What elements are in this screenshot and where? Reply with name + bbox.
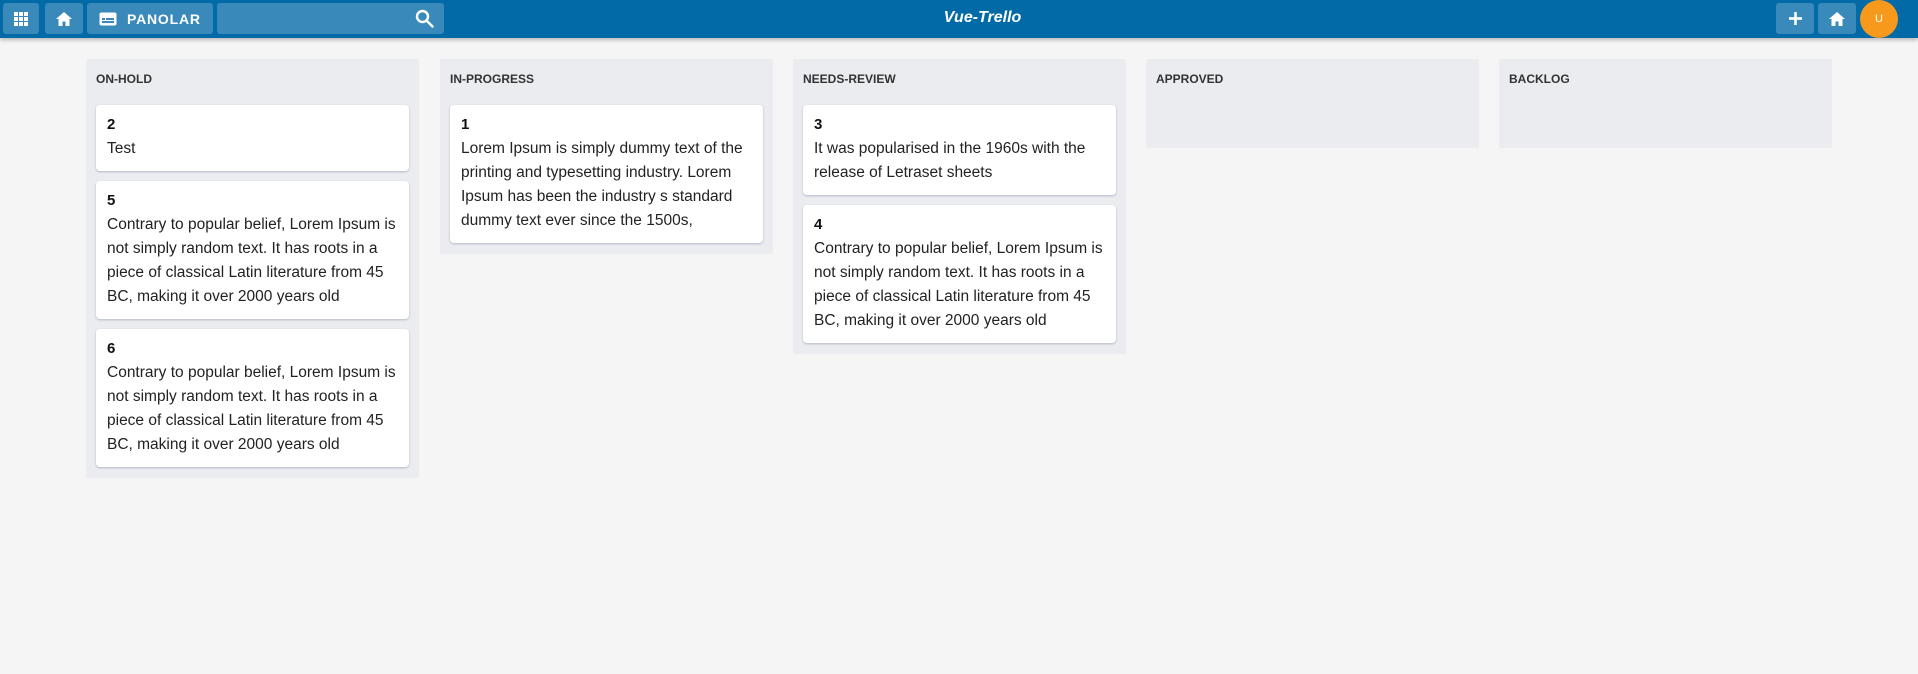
card[interactable]: 4 Contrary to popular belief, Lorem Ipsu… [803, 205, 1116, 343]
user-avatar[interactable]: U [1860, 0, 1898, 38]
list-approved: APPROVED [1146, 59, 1479, 148]
card-number: 2 [107, 116, 116, 133]
card[interactable]: 6 Contrary to popular belief, Lorem Ipsu… [96, 329, 409, 467]
list-title: NEEDS-REVIEW [803, 72, 896, 86]
boards-label: PANOLAR [127, 10, 201, 27]
card-text: Contrary to popular belief, Lorem Ipsum … [107, 216, 396, 305]
card-number: 5 [107, 192, 116, 209]
card[interactable]: 2 Test [96, 105, 409, 171]
card-text: Contrary to popular belief, Lorem Ipsum … [814, 240, 1103, 329]
apps-grid-icon [13, 11, 29, 27]
home-icon [1828, 11, 1846, 27]
board-icon [99, 12, 117, 26]
card-text: Lorem Ipsum is simply dummy text of the … [461, 140, 743, 229]
card-number: 3 [814, 116, 823, 133]
card[interactable]: 3 It was popularised in the 1960s with t… [803, 105, 1116, 195]
card-number: 4 [814, 216, 823, 233]
list-backlog: BACKLOG [1499, 59, 1832, 148]
card-number: 1 [461, 116, 470, 133]
list-needs-review: NEEDS-REVIEW 3 It was popularised in the… [793, 59, 1126, 354]
card-text: Test [107, 140, 136, 157]
apps-button[interactable] [3, 3, 39, 34]
card[interactable]: 5 Contrary to popular belief, Lorem Ipsu… [96, 181, 409, 319]
card[interactable]: 1 Lorem Ipsum is simply dummy text of th… [450, 105, 763, 243]
home-button-right[interactable] [1818, 3, 1856, 34]
card-text: It was popularised in the 1960s with the… [814, 140, 1086, 181]
home-icon [55, 11, 73, 27]
list-title: APPROVED [1156, 72, 1224, 86]
card-number: 6 [107, 340, 116, 357]
search-input[interactable] [223, 7, 407, 31]
list-title: BACKLOG [1509, 72, 1570, 86]
card-text: Contrary to popular belief, Lorem Ipsum … [107, 364, 396, 453]
search-icon[interactable] [415, 9, 434, 33]
list-on-hold: ON-HOLD 2 Test 5 Contrary to popular bel… [86, 59, 419, 478]
home-button[interactable] [45, 3, 83, 34]
list-in-progress: IN-PROGRESS 1 Lorem Ipsum is simply dumm… [440, 59, 773, 254]
list-title: IN-PROGRESS [450, 72, 535, 86]
search-bar[interactable] [217, 3, 444, 34]
boards-button[interactable]: PANOLAR [87, 3, 213, 34]
list-title: ON-HOLD [96, 72, 152, 86]
plus-icon [1788, 11, 1803, 26]
add-board-button[interactable] [1776, 3, 1814, 34]
avatar-initial: U [1875, 13, 1883, 25]
top-navbar: PANOLAR Vue-Trello U [0, 0, 1918, 38]
